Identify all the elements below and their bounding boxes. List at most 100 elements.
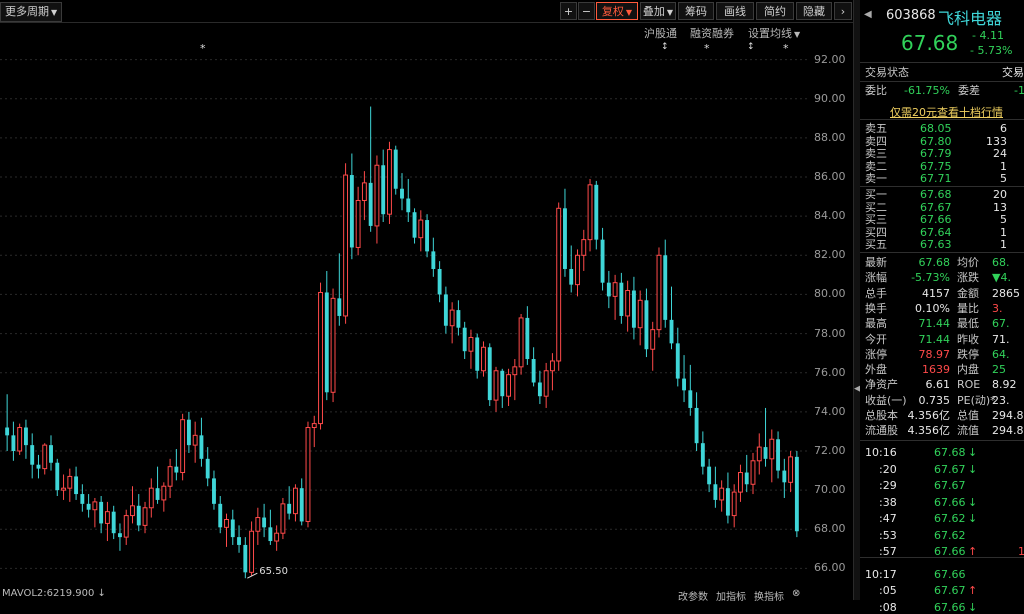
candle[interactable] [205,447,210,487]
candle[interactable] [104,501,110,542]
candle[interactable] [738,464,743,502]
bid-row[interactable]: 买一 67.68 20 [860,188,1024,201]
period-dropdown[interactable]: 更多周期 ▼ [0,2,63,22]
ask-row[interactable]: 卖二 67.75 1 [860,160,1024,173]
candle[interactable] [537,370,542,405]
ask-row[interactable]: 卖四 67.80 133 [860,135,1024,148]
candle[interactable] [80,484,85,512]
candle[interactable] [694,392,699,451]
candle[interactable] [756,433,762,475]
candle[interactable] [381,149,386,223]
candle[interactable] [305,421,311,528]
candle[interactable] [368,106,373,232]
overlay-button[interactable]: 叠加 ▼ [640,2,676,20]
candle[interactable] [776,431,781,479]
candle[interactable] [487,343,492,406]
candle[interactable] [374,155,380,244]
zoom-in-button[interactable]: + [560,2,577,20]
candle[interactable] [224,513,229,547]
candle[interactable] [61,474,66,500]
candle[interactable] [30,433,35,479]
candle[interactable] [719,480,725,512]
candle[interactable] [500,368,505,408]
candle[interactable] [637,290,643,346]
candle[interactable] [575,249,580,297]
candle[interactable] [49,435,53,471]
candle[interactable] [230,509,235,545]
candle[interactable] [794,451,799,538]
candle[interactable] [311,415,317,448]
candle[interactable] [255,507,261,545]
bid-row[interactable]: 买四 67.64 1 [860,226,1024,239]
candle[interactable] [192,421,198,463]
candle[interactable] [418,210,424,252]
candle[interactable] [656,247,662,338]
candlestick-chart[interactable]: 65.50 [0,40,808,588]
edit-params-button[interactable]: 改参数 [678,588,708,603]
candle[interactable] [443,286,448,334]
candle[interactable] [506,368,511,406]
ask-row[interactable]: 卖三 67.79 24 [860,147,1024,160]
candle[interactable] [406,178,411,223]
candle[interactable] [324,270,329,401]
candle[interactable] [17,423,23,455]
candle[interactable] [280,497,286,540]
draw-line-button[interactable]: 画线 [716,2,754,20]
candle[interactable] [731,484,737,528]
candle[interactable] [493,366,499,412]
candle[interactable] [155,466,160,504]
candle[interactable] [412,208,417,244]
candle[interactable] [549,353,555,391]
candle[interactable] [262,503,267,538]
candle[interactable] [167,458,173,498]
candle[interactable] [518,314,524,375]
candle[interactable] [481,341,486,377]
change-indicator-button[interactable]: 换指标 [754,588,784,603]
candle[interactable] [318,282,323,430]
candle[interactable] [682,355,686,403]
candle[interactable] [218,496,223,534]
candle[interactable] [725,472,730,524]
candle[interactable] [744,454,749,493]
candle[interactable] [393,145,398,195]
bid-row[interactable]: 买三 67.66 5 [860,213,1024,226]
candle[interactable] [130,486,135,524]
bid-row[interactable]: 买二 67.67 13 [860,201,1024,214]
candle[interactable] [543,362,549,408]
candle[interactable] [186,411,191,453]
candle[interactable] [123,509,129,545]
candle[interactable] [92,497,98,528]
candle[interactable] [118,523,122,551]
close-icon[interactable]: ⊗ [792,588,800,599]
candle[interactable] [180,413,186,481]
candle[interactable] [713,466,718,508]
candle[interactable] [769,429,775,483]
candle[interactable] [136,494,141,532]
ask-row[interactable]: 卖五 68.05 6 [860,122,1024,135]
candle[interactable] [161,482,167,512]
candle[interactable] [431,237,436,277]
candle[interactable] [148,478,154,518]
simple-mode-button[interactable]: 简约 [756,2,794,20]
candle[interactable] [650,321,656,371]
candle[interactable] [644,288,649,358]
chip-button[interactable]: 筹码 [678,2,714,20]
candle[interactable] [355,186,361,256]
level2-promo-link[interactable]: 仅需20元查看十档行情 [890,104,1003,120]
candle[interactable] [556,202,562,371]
candle[interactable] [669,286,674,350]
candle[interactable] [400,173,404,211]
candle[interactable] [788,451,794,493]
candle[interactable] [243,537,248,579]
candle[interactable] [600,227,605,291]
collapse-icon[interactable]: › [834,2,852,20]
hgt-button[interactable]: 沪股通 [644,25,677,41]
candle[interactable] [707,458,712,493]
candle[interactable] [569,245,574,293]
candle[interactable] [563,188,567,277]
candle[interactable] [475,333,480,379]
candle[interactable] [425,214,430,258]
candle[interactable] [293,484,298,522]
candle[interactable] [763,407,768,467]
hide-button[interactable]: 隐藏 [796,2,832,20]
